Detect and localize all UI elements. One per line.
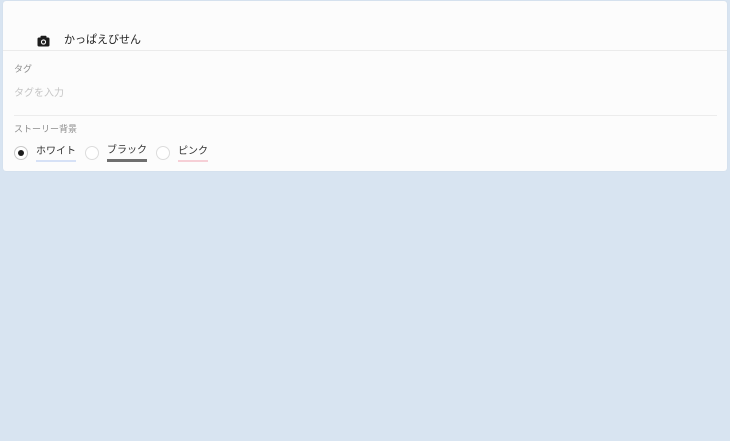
- tag-label: タグ: [14, 65, 33, 75]
- radio-label-white[interactable]: ホワイト: [36, 145, 76, 162]
- radio-label-black[interactable]: ブラック: [107, 144, 147, 162]
- radio-option-white[interactable]: ホワイト: [14, 145, 76, 162]
- camera-icon[interactable]: [37, 35, 50, 47]
- radio-option-pink[interactable]: ピンク: [156, 145, 208, 162]
- cover-row[interactable]: かっぱえびせん: [3, 1, 727, 51]
- story-background-label: ストーリー背景: [14, 125, 78, 135]
- radio-option-black[interactable]: ブラック: [85, 144, 147, 162]
- tag-input[interactable]: [14, 84, 714, 102]
- story-settings-card: かっぱえびせん タグ ストーリー背景 ホワイト ブラック ピンク: [3, 1, 727, 171]
- radio-button-white[interactable]: [14, 146, 28, 160]
- radio-label-pink[interactable]: ピンク: [178, 145, 208, 162]
- divider: [14, 115, 717, 116]
- cover-title[interactable]: かっぱえびせん: [64, 32, 141, 48]
- story-background-radio-group: ホワイト ブラック ピンク: [14, 144, 217, 162]
- radio-button-pink[interactable]: [156, 146, 170, 160]
- radio-button-black[interactable]: [85, 146, 99, 160]
